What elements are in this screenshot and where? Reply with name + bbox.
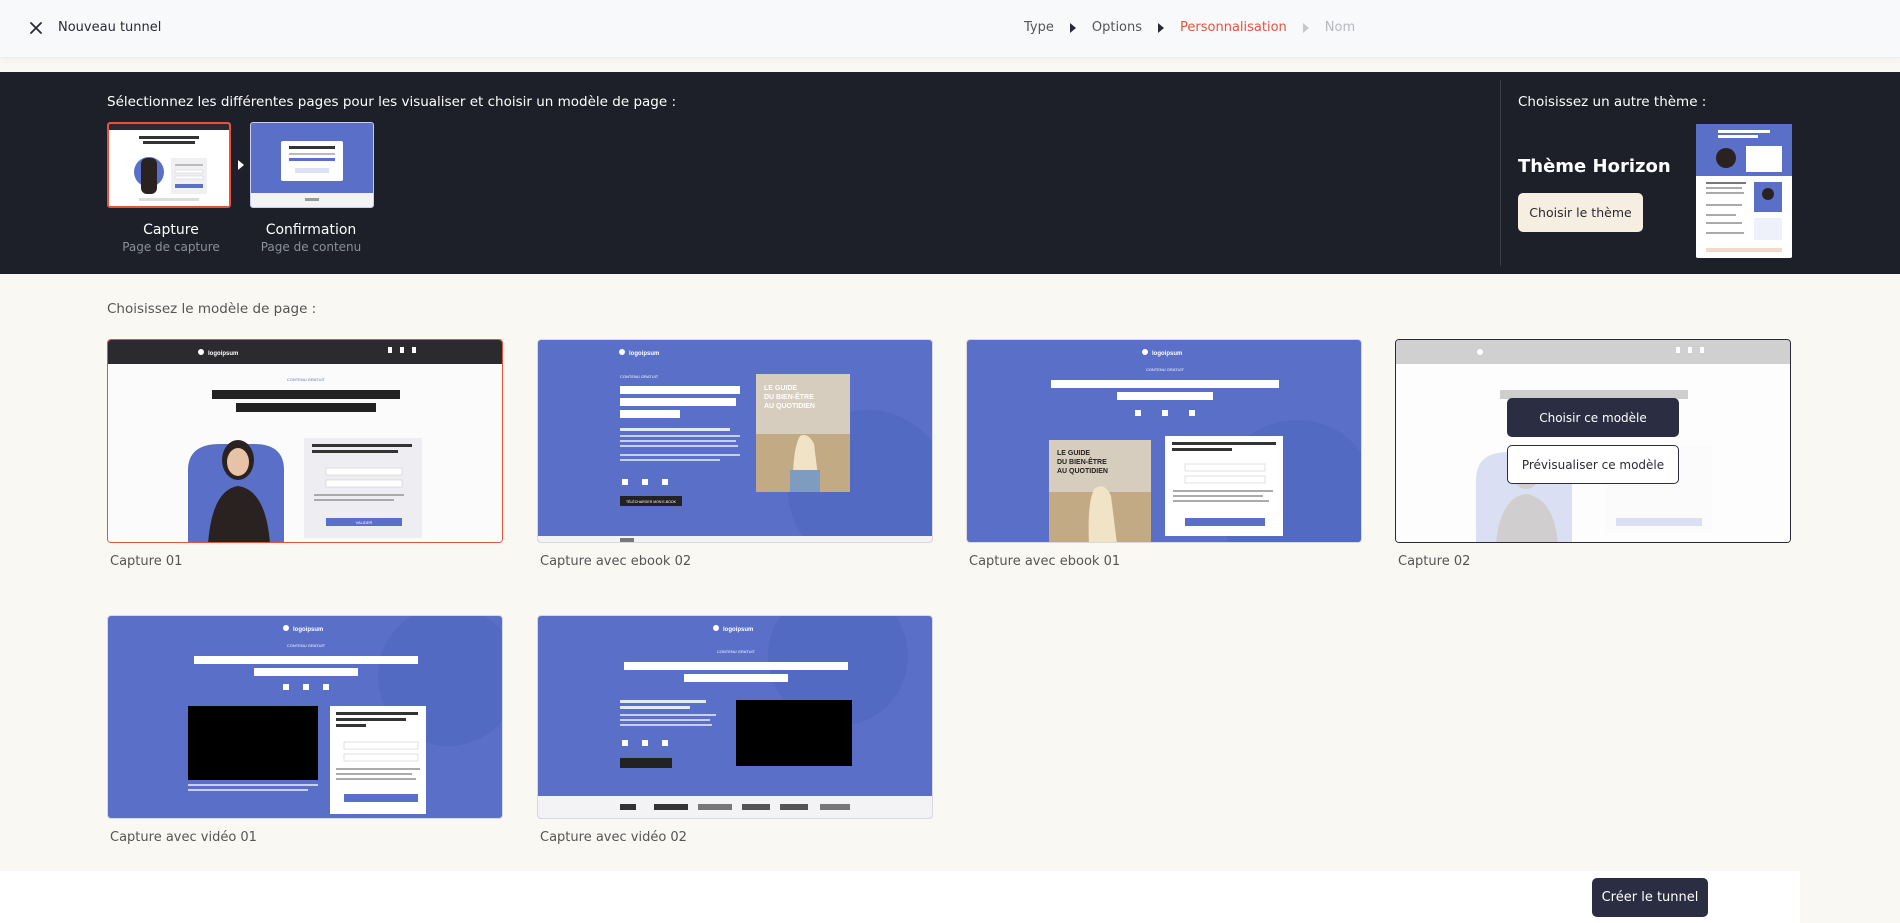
template-label: Capture 02 [1398, 554, 1471, 569]
svg-text:CONTENU GRATUIT: CONTENU GRATUIT [620, 374, 659, 379]
pages-heading: Sélectionnez les différentes pages pour … [107, 94, 676, 110]
step-personnalisation[interactable]: Personnalisation [1180, 20, 1287, 35]
page-subtitle-capture: Page de capture [122, 240, 220, 254]
mock-brand: logoipsum [208, 351, 238, 357]
step-arrow-icon [1069, 22, 1076, 33]
templates-heading: Choisissez le modèle de page : [107, 301, 317, 317]
page-thumb-capture[interactable] [107, 122, 231, 208]
template-label: Capture avec ebook 01 [969, 554, 1121, 569]
card-hover-overlay: Choisir ce modèle Prévisualiser ce modèl… [1396, 340, 1790, 542]
pages-and-theme-panel: Sélectionnez les différentes pages pour … [0, 72, 1900, 274]
svg-text:CONTENU GRATUIT: CONTENU GRATUIT [717, 649, 756, 654]
preview-template-button[interactable]: Prévisualiser ce modèle [1507, 445, 1679, 484]
choose-theme-button[interactable]: Choisir le thème [1518, 193, 1643, 232]
page-title: Nouveau tunnel [58, 20, 162, 35]
create-tunnel-button[interactable]: Créer le tunnel [1592, 878, 1708, 917]
stepper: Type Options Personnalisation Nom [1024, 20, 1355, 35]
page-title-confirmation: Confirmation [265, 222, 357, 238]
svg-text:LE GUIDE: LE GUIDE [1057, 450, 1090, 457]
close-icon[interactable] [26, 18, 46, 38]
template-label: Capture avec vidéo 01 [110, 830, 257, 845]
template-card-capture-video-02[interactable]: logoipsum CONTENU GRATUIT [537, 615, 933, 819]
svg-text:logoipsum: logoipsum [629, 351, 659, 357]
svg-text:DU BIEN-ÊTRE: DU BIEN-ÊTRE [764, 392, 814, 401]
page-arrow-icon [238, 160, 244, 170]
template-label: Capture avec ebook 02 [540, 554, 692, 569]
template-card-capture-02[interactable]: Choisir ce modèle Prévisualiser ce modèl… [1395, 339, 1791, 543]
template-label: Capture 01 [110, 554, 183, 569]
svg-text:AU QUOTIDIEN: AU QUOTIDIEN [764, 403, 815, 410]
template-card-capture-video-01[interactable]: logoipsum CONTENU GRATUIT [107, 615, 503, 819]
mock-validate: VALIDER [356, 520, 373, 525]
step-options[interactable]: Options [1092, 20, 1142, 35]
svg-text:CONTENU GRATUIT: CONTENU GRATUIT [1146, 367, 1185, 372]
theme-heading: Choisissez un autre thème : [1518, 94, 1707, 110]
divider [1500, 80, 1501, 266]
step-type[interactable]: Type [1024, 20, 1054, 35]
svg-text:TÉLÉCHARGER MON E-BOOK: TÉLÉCHARGER MON E-BOOK [626, 499, 677, 504]
svg-text:logoipsum: logoipsum [1152, 351, 1182, 357]
step-arrow-icon [1158, 22, 1165, 33]
choose-template-button[interactable]: Choisir ce modèle [1507, 398, 1679, 437]
step-arrow-icon [1302, 22, 1309, 33]
template-card-capture-ebook-02[interactable]: logoipsum CONTENU GRATUIT TÉLÉCHARGER MO… [537, 339, 933, 543]
svg-text:logoipsum: logoipsum [293, 627, 323, 633]
svg-text:DU BIEN-ÊTRE: DU BIEN-ÊTRE [1057, 457, 1107, 466]
page-thumb-confirmation[interactable] [250, 122, 374, 208]
template-label: Capture avec vidéo 02 [540, 830, 687, 845]
bottom-bar [0, 871, 1800, 923]
top-bar: Nouveau tunnel Type Options Personnalisa… [0, 0, 1900, 58]
theme-preview [1696, 124, 1792, 258]
mock-badge: CONTENU GRATUIT [287, 377, 326, 382]
step-nom: Nom [1324, 20, 1356, 35]
svg-text:CONTENU GRATUIT: CONTENU GRATUIT [287, 643, 326, 648]
svg-text:logoipsum: logoipsum [723, 627, 753, 633]
page-title-capture: Capture [143, 222, 199, 238]
template-card-capture-ebook-01[interactable]: logoipsum CONTENU GRATUIT LE GUIDE DU BI… [966, 339, 1362, 543]
svg-text:LE GUIDE: LE GUIDE [764, 385, 797, 392]
theme-name: Thème Horizon [1518, 156, 1671, 177]
svg-text:AU QUOTIDIEN: AU QUOTIDIEN [1057, 468, 1108, 475]
template-card-capture-01[interactable]: logoipsum CONTENU GRATUIT VALIDER [107, 339, 503, 543]
page-subtitle-confirmation: Page de contenu [260, 240, 362, 254]
